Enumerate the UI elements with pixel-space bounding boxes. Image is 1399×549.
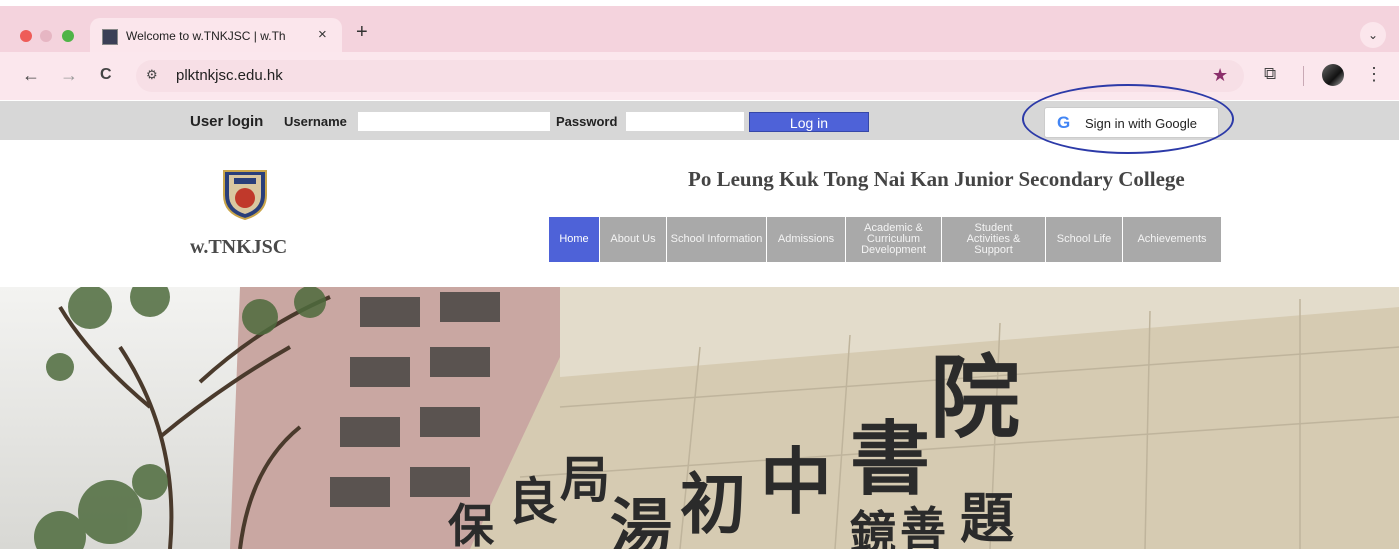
tab-close-icon[interactable]: × — [318, 26, 327, 43]
profile-avatar[interactable] — [1322, 64, 1344, 86]
log-in-button[interactable]: Log in — [749, 112, 869, 132]
url-text[interactable]: plktnkjsc.edu.hk — [176, 67, 283, 84]
tab-search-icon[interactable]: ⌄ — [1360, 22, 1386, 48]
sign-char-6: 中 — [760, 440, 832, 524]
sign-char-7: 書 — [850, 413, 930, 506]
school-name-title: Po Leung Kuk Tong Nai Kan Junior Seconda… — [688, 167, 1185, 191]
username-input[interactable] — [358, 112, 550, 131]
bookmark-star-icon[interactable]: ★ — [1212, 65, 1228, 86]
nav-about-us[interactable]: About Us — [600, 217, 666, 262]
sign-char-5: 初 — [680, 466, 746, 543]
sign-char-1: 保 — [448, 499, 495, 549]
sign-caption-2: 善 — [900, 502, 946, 549]
hero-banner-image: 保 良 局 湯 初 中 書 院 鏡 善 題 — [0, 287, 1399, 549]
password-label: Password — [556, 114, 618, 129]
password-input[interactable] — [626, 112, 744, 131]
school-building-photo: 保 良 局 湯 初 中 書 院 鏡 善 題 — [0, 287, 1399, 549]
reload-icon[interactable]: C — [100, 66, 112, 84]
nav-school-information[interactable]: School Information — [667, 217, 766, 262]
nav-student-activities[interactable]: Student Activities & Support — [942, 217, 1045, 262]
sign-caption-1: 鏡 — [850, 506, 896, 549]
nav-academic-curriculum[interactable]: Academic & Curriculum Development — [846, 217, 941, 262]
nav-school-life[interactable]: School Life — [1046, 217, 1122, 262]
sign-caption-3: 題 — [960, 487, 1014, 549]
forward-arrow-icon[interactable]: → — [60, 66, 78, 84]
sign-char-4: 湯 — [610, 491, 672, 549]
site-info-icon[interactable]: ⚙ — [146, 67, 158, 83]
tab-title: Welcome to w.TNKJSC | w.Th — [126, 29, 286, 43]
school-crest-logo[interactable] — [220, 165, 270, 221]
annotation-circle — [1022, 84, 1234, 154]
maximize-window-button[interactable] — [62, 30, 74, 42]
back-arrow-icon[interactable]: ← — [22, 66, 40, 84]
browser-tab-bar: Welcome to w.TNKJSC | w.Th × + ⌄ — [0, 6, 1399, 58]
nav-admissions[interactable]: Admissions — [767, 217, 845, 262]
site-name[interactable]: w.TNKJSC — [190, 236, 287, 259]
toolbar-divider — [1303, 66, 1304, 86]
user-login-title: User login — [190, 113, 264, 130]
new-tab-icon[interactable]: + — [356, 22, 368, 42]
favicon-icon — [102, 29, 118, 45]
sign-char-3: 局 — [560, 451, 610, 509]
nav-achievements[interactable]: Achievements — [1123, 217, 1221, 262]
username-label: Username — [284, 114, 347, 129]
more-menu-icon[interactable]: ⋮ — [1365, 64, 1383, 85]
close-window-button[interactable] — [20, 30, 32, 42]
sign-char-2: 良 — [508, 473, 558, 531]
extensions-icon[interactable]: ⧉ — [1264, 64, 1276, 84]
minimize-window-button[interactable] — [40, 30, 52, 42]
sign-char-8: 院 — [930, 346, 1020, 451]
nav-home[interactable]: Home — [549, 217, 599, 262]
